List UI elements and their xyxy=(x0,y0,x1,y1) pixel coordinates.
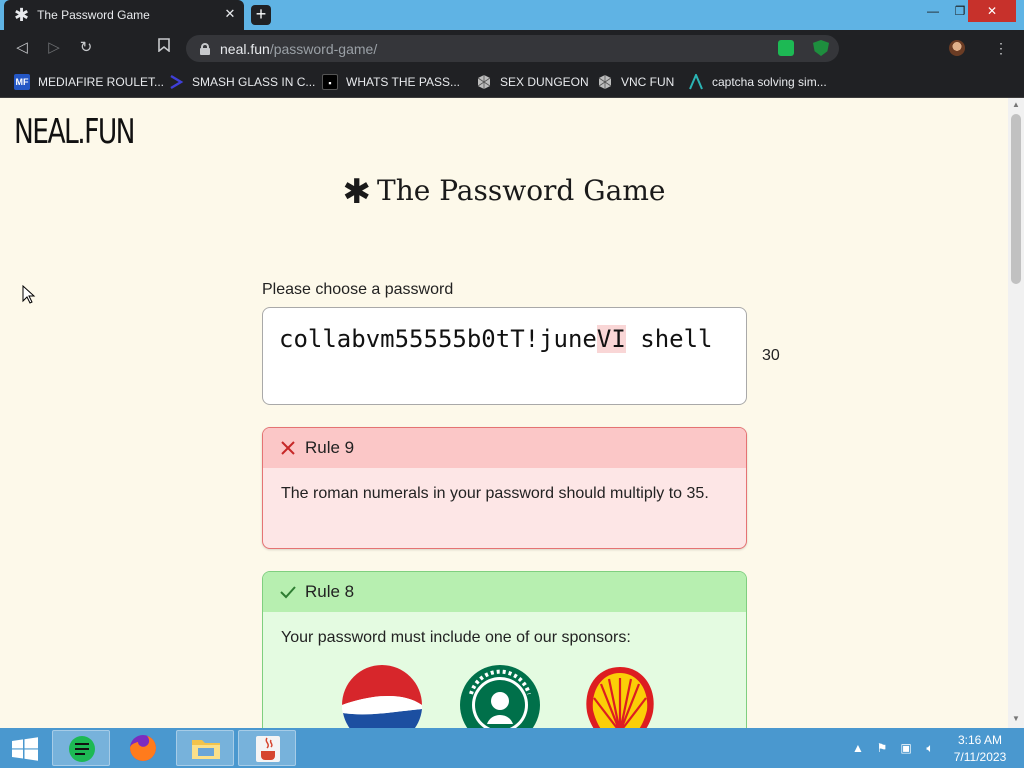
page-content: NEAL.FUN ✱ The Password Game Please choos… xyxy=(0,98,1008,728)
address-bar[interactable]: neal.fun/password-game/ xyxy=(186,35,839,62)
action-center-flag-icon[interactable]: ⚑ xyxy=(874,740,890,756)
vnc-icon xyxy=(476,74,492,90)
rule-title: Rule 9 xyxy=(305,438,355,457)
pepsi-logo xyxy=(342,665,422,728)
folder-icon xyxy=(192,740,220,759)
show-hidden-icons[interactable]: ▲ xyxy=(850,740,866,756)
bookmark-item[interactable]: VNC FUN xyxy=(597,72,674,92)
bookmark-label: MEDIAFIRE ROULET... xyxy=(38,75,165,89)
bookmark-item[interactable]: SMASH GLASS IN C... xyxy=(168,72,315,92)
x-icon xyxy=(281,441,295,455)
rule-description: Your password must include one of our sp… xyxy=(281,629,631,646)
profile-avatar[interactable] xyxy=(949,40,965,56)
firefox-icon xyxy=(130,735,156,761)
shell-logo xyxy=(586,667,654,728)
start-button[interactable] xyxy=(0,728,50,768)
page-title: ✱ The Password Game xyxy=(0,172,1008,212)
extension-icon[interactable] xyxy=(778,40,794,56)
browser-tab[interactable]: ✱ The Password Game ✕ xyxy=(4,0,244,30)
java-icon xyxy=(256,736,280,762)
bookmark-item[interactable]: captcha solving sim... xyxy=(688,72,827,92)
title-bar: ✱ The Password Game ✕ + — ❐ ✕ xyxy=(0,0,1024,30)
volume-icon[interactable]: 🔈︎ xyxy=(922,740,938,756)
scrollbar-thumb[interactable] xyxy=(1011,114,1021,284)
site-logo[interactable]: NEAL.FUN xyxy=(14,112,136,152)
new-tab-button[interactable]: + xyxy=(251,5,271,25)
rule-card-failing: Rule 9 The roman numerals in your passwo… xyxy=(262,427,747,549)
network-icon[interactable]: ▣ xyxy=(898,740,914,756)
clock-time[interactable]: 3:16 AM xyxy=(948,733,1012,747)
asterisk-icon: ✱ xyxy=(342,172,372,212)
bookmark-label: captcha solving sim... xyxy=(712,75,827,89)
sponsor-logos xyxy=(323,664,703,728)
password-text-end: shell xyxy=(625,325,713,353)
bookmark-item[interactable]: MF MEDIAFIRE ROULET... xyxy=(14,72,164,92)
chevron-icon xyxy=(168,74,184,90)
bookmark-item[interactable]: SEX DUNGEON xyxy=(476,72,589,92)
check-icon xyxy=(280,586,296,599)
password-prompt-label: Please choose a password xyxy=(262,281,454,298)
close-tab-icon[interactable]: ✕ xyxy=(222,6,238,22)
bookmark-item[interactable]: ▪ WHATS THE PASS... xyxy=(322,72,460,92)
mouse-cursor-icon xyxy=(22,285,36,304)
clock-date[interactable]: 7/11/2023 xyxy=(948,750,1012,764)
vnc-icon xyxy=(597,74,613,90)
highlighted-roman-numeral: VI xyxy=(596,325,626,353)
scroll-down-icon[interactable]: ▼ xyxy=(1008,714,1024,726)
rule-card-passing: Rule 8 Your password must include one of… xyxy=(262,571,747,728)
mediafire-icon: MF xyxy=(14,74,30,90)
starbucks-logo xyxy=(460,665,540,728)
password-input[interactable]: collabvm55555b0tT!juneVI shell xyxy=(262,307,747,405)
rule-header: Rule 8 xyxy=(263,572,746,612)
rule-header: Rule 9 xyxy=(263,428,746,468)
taskbar-app-explorer[interactable] xyxy=(176,730,234,766)
character-count: 30 xyxy=(762,347,780,364)
scroll-up-icon[interactable]: ▲ xyxy=(1008,100,1024,112)
lock-icon xyxy=(200,42,210,55)
password-text: collabvm55555b0tT!june xyxy=(279,325,597,353)
minimize-button[interactable]: — xyxy=(918,0,948,22)
reload-icon[interactable]: ↻ xyxy=(76,38,96,58)
bookmark-label: VNC FUN xyxy=(621,75,675,89)
taskbar: ▲ ⚑ ▣ 🔈︎ 3:16 AM 7/11/2023 xyxy=(0,728,1024,768)
bookmark-label: SEX DUNGEON xyxy=(500,75,589,89)
bookmarks-bar: MF MEDIAFIRE ROULET... SMASH GLASS IN C.… xyxy=(0,66,1024,98)
bookmark-label: WHATS THE PASS... xyxy=(346,75,461,89)
asterisk-icon: ✱ xyxy=(14,5,30,25)
page-scrollbar[interactable]: ▲ ▼ xyxy=(1008,98,1024,728)
rule-title: Rule 8 xyxy=(305,582,355,601)
lock-site-icon: ▪ xyxy=(322,74,338,90)
url-path: /password-game/ xyxy=(269,40,378,57)
taskbar-app-sheets[interactable] xyxy=(52,730,110,766)
taskbar-app-java[interactable] xyxy=(238,730,296,766)
url-host: neal.fun xyxy=(220,40,270,57)
close-window-button[interactable]: ✕ xyxy=(968,0,1016,22)
tab-title: The Password Game xyxy=(37,8,150,22)
bookmark-label: SMASH GLASS IN C... xyxy=(192,75,316,89)
forward-icon[interactable]: ▷ xyxy=(44,38,64,58)
page-title-text: The Password Game xyxy=(377,174,666,207)
menu-icon[interactable]: ⋮ xyxy=(994,40,1008,56)
bookmark-icon[interactable] xyxy=(154,38,174,58)
rule-description: The roman numerals in your password shou… xyxy=(281,485,709,502)
captcha-icon xyxy=(688,72,704,90)
spreadsheet-icon xyxy=(69,736,95,762)
taskbar-app-firefox[interactable] xyxy=(114,730,172,766)
back-icon[interactable]: ◁ xyxy=(12,38,32,58)
